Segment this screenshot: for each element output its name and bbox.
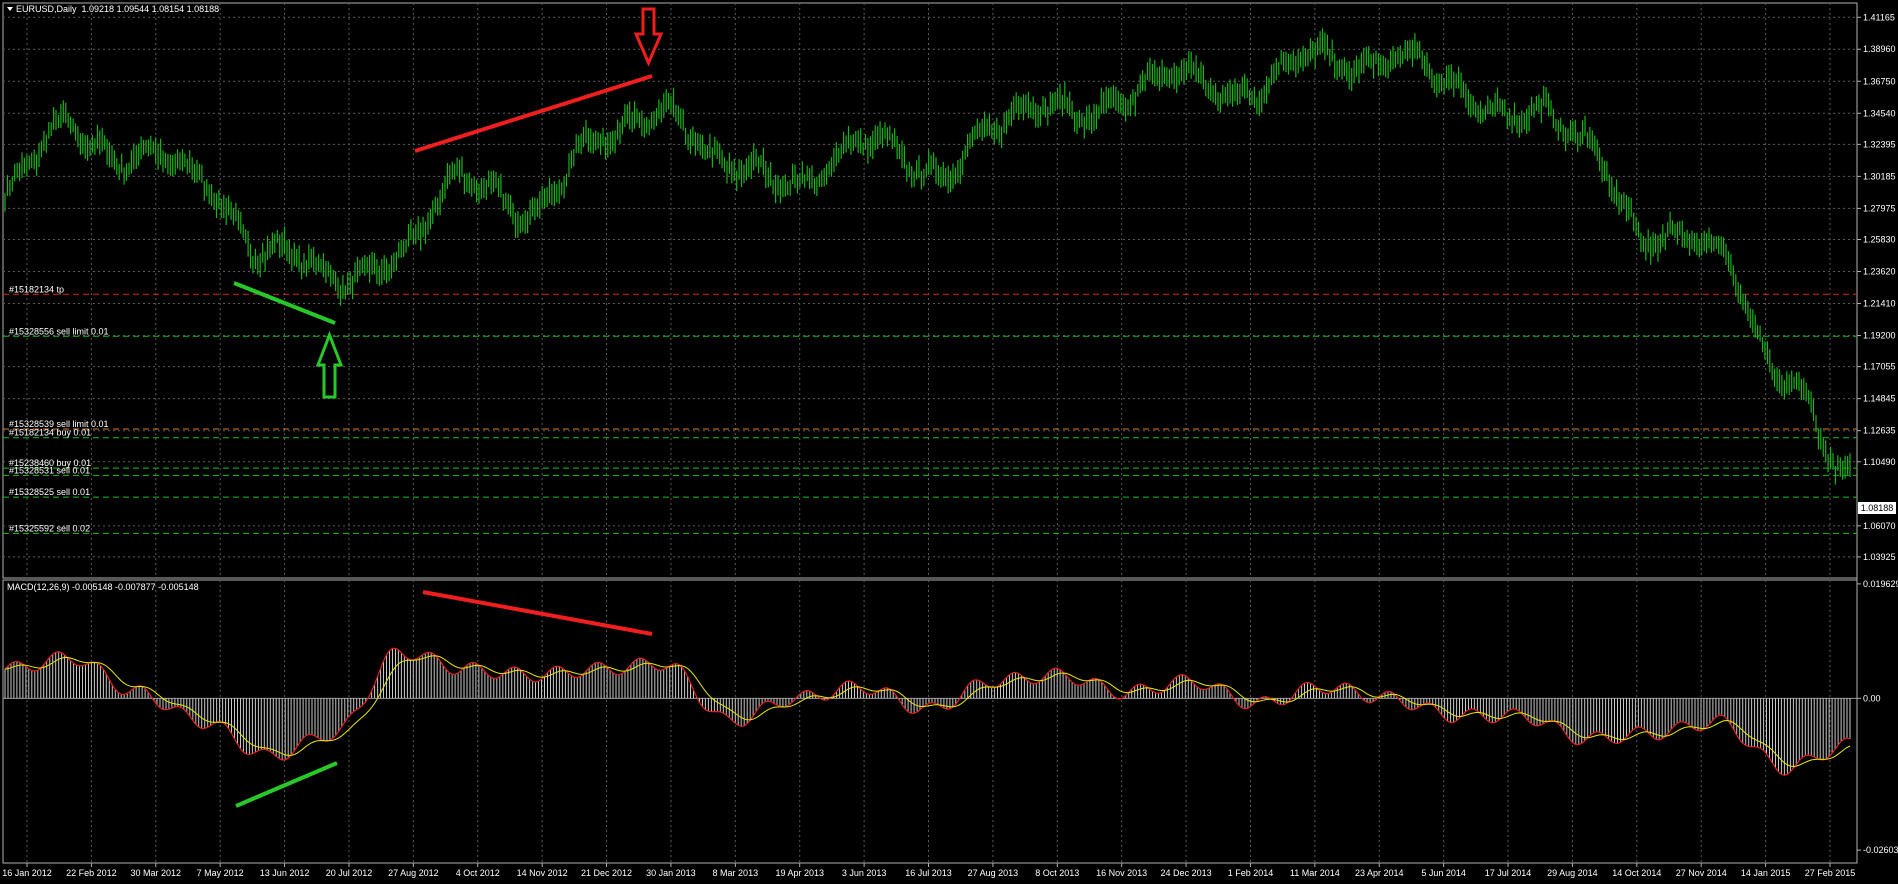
chart-canvas[interactable]: #15182134 tp #15328556 sell limit 0.01 #15…: [0, 0, 1898, 882]
time-tick-label: 23 Apr 2014: [1355, 868, 1404, 878]
time-tick-label: 16 Nov 2013: [1096, 868, 1147, 878]
time-tick-label: 20 Jul 2012: [326, 868, 373, 878]
time-tick-label: 22 Feb 2012: [66, 868, 117, 878]
macd-tick-label: 0.00: [1863, 693, 1881, 703]
time-tick-label: 27 Nov 2014: [1676, 868, 1727, 878]
price-axis-labels: 1.41165 1.38960 1.36750 1.34540 1.32395 1.301…: [1857, 12, 1898, 855]
price-tick-label: 1.25830: [1863, 234, 1896, 244]
bullish-divergence-macd-line[interactable]: [235, 761, 338, 808]
bid-price-label: 1.08188: [1858, 502, 1896, 514]
time-tick-label: 3 Jun 2013: [842, 868, 887, 878]
price-tick-label: 1.30185: [1863, 171, 1896, 181]
price-tick-label: 1.21410: [1863, 299, 1896, 309]
time-tick-label: 17 Jul 2014: [1485, 868, 1532, 878]
price-tick-label: 1.32395: [1863, 139, 1896, 149]
price-tick-label: 1.12635: [1863, 426, 1896, 436]
macd-pane-header: MACD(12,26,9) -0.005148 -0.007877 -0.005…: [7, 582, 199, 592]
macd-histogram: [4, 648, 1851, 776]
order-line-label: #15182134 buy 0.01: [9, 428, 91, 438]
time-tick-label: 21 Dec 2012: [581, 868, 632, 878]
price-tick-label: 1.23620: [1863, 267, 1896, 277]
pane-menu-triangle-icon[interactable]: [7, 7, 13, 11]
time-tick-label: 19 Apr 2013: [775, 868, 824, 878]
time-tick-label: 11 Mar 2014: [1290, 868, 1340, 878]
time-tick-label: 5 Jun 2014: [1421, 868, 1466, 878]
macd-tick-label: -0.026035: [1863, 845, 1898, 855]
time-tick-label: 14 Oct 2014: [1612, 868, 1661, 878]
order-line-label: #15328556 sell limit 0.01: [9, 326, 109, 336]
ohlc-values: 1.09218 1.09544 1.08154 1.08188: [81, 4, 220, 14]
price-tick-label: 1.41165: [1863, 12, 1895, 22]
time-tick-label: 30 Jan 2013: [646, 868, 696, 878]
time-tick-label: 27 Aug 2012: [388, 868, 439, 878]
main-pane-frame: [2, 2, 1858, 579]
main-pane-header: EURUSD,Daily 1.09218 1.09544 1.08154 1.0…: [7, 4, 219, 14]
time-tick-label: 27 Feb 2015: [1805, 868, 1856, 878]
trading-terminal-chart[interactable]: #15182134 tp #15328556 sell limit 0.01 #15…: [0, 0, 1898, 882]
price-tick-label: 1.17055: [1863, 362, 1896, 372]
price-tick-label: 1.19200: [1863, 331, 1896, 341]
macd-histogram-bars: [4, 648, 1851, 776]
price-tick-label: 1.38960: [1863, 44, 1896, 54]
order-lines: #15182134 tp #15328556 sell limit 0.01 #15…: [3, 284, 1857, 534]
time-tick-label: 24 Dec 2013: [1161, 868, 1212, 878]
order-line-label: #15182134 tp: [9, 284, 64, 294]
time-tick-label: 8 Oct 2013: [1035, 868, 1079, 878]
time-tick-label: 14 Jan 2015: [1741, 868, 1791, 878]
price-tick-label: 1.27975: [1863, 203, 1896, 213]
time-tick-label: 27 Aug 2013: [968, 868, 1019, 878]
time-tick-label: 30 Mar 2012: [131, 868, 182, 878]
order-line-label: #15325592 sell 0.02: [9, 523, 90, 533]
price-tick-label: 1.10490: [1863, 457, 1896, 467]
time-tick-label: 29 Aug 2014: [1547, 868, 1598, 878]
price-tick-label: 1.06070: [1863, 521, 1896, 531]
bearish-divergence-macd-line[interactable]: [422, 590, 653, 636]
time-tick-label: 4 Oct 2012: [456, 868, 500, 878]
time-axis-labels: 16 Jan 2012 22 Feb 2012 30 Mar 2012 7 May 2…: [2, 863, 1855, 878]
order-line-label: #15328531 sell 0.01: [9, 465, 90, 475]
price-tick-label: 1.03925: [1863, 552, 1896, 562]
price-tick-label: 1.36750: [1863, 76, 1896, 86]
price-bars: [4, 28, 1851, 485]
time-tick-label: 7 May 2012: [197, 868, 244, 878]
macd-tick-label: 0.019629: [1863, 579, 1898, 589]
time-tick-label: 16 Jan 2012: [2, 868, 52, 878]
bearish-divergence-price-line[interactable]: [414, 74, 653, 153]
price-tick-label: 1.34540: [1863, 108, 1896, 118]
time-tick-label: 13 Jun 2012: [260, 868, 310, 878]
up-arrow-icon[interactable]: [315, 330, 344, 399]
time-tick-label: 8 Mar 2013: [713, 868, 759, 878]
symbol-timeframe: EURUSD,Daily: [16, 4, 77, 14]
price-bar-series: [4, 28, 1851, 485]
price-tick-label: 1.14845: [1863, 394, 1896, 404]
time-tick-label: 1 Feb 2014: [1228, 868, 1274, 878]
order-line-label: #15328525 sell 0.01: [9, 487, 90, 497]
time-tick-label: 14 Nov 2012: [517, 868, 568, 878]
time-tick-label: 16 Jul 2013: [905, 868, 952, 878]
